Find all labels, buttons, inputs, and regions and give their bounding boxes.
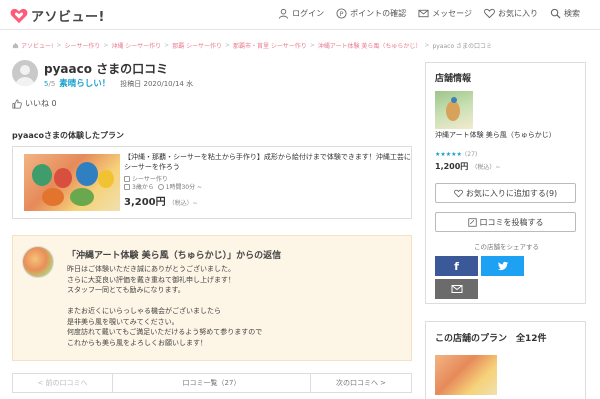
plan-image bbox=[24, 154, 120, 211]
nav-messages[interactable]: メッセージ bbox=[418, 8, 472, 19]
rating-row: 5/5 素晴らしい！ 投稿日 2020/10/14 水 bbox=[44, 77, 193, 89]
nav-favorites-label: お気に入り bbox=[498, 9, 538, 18]
heart-icon bbox=[484, 8, 495, 19]
site-logo[interactable]: アソビュー! bbox=[10, 6, 105, 25]
plan-thumbnail[interactable] bbox=[435, 355, 497, 395]
next-review-button[interactable]: 次の口コミへ > bbox=[311, 374, 411, 392]
like-button[interactable]: いいね 0 bbox=[12, 98, 57, 109]
breadcrumb-item[interactable]: 沖縄アート体験 美ら風（ちゅらかじ） bbox=[318, 41, 422, 50]
person-icon bbox=[279, 8, 289, 19]
nav-favorites[interactable]: お気に入り bbox=[484, 8, 538, 19]
review-heading: pyaaco さまの口コミ bbox=[44, 62, 169, 76]
add-favorite-button[interactable]: お気に入りに追加する(9) bbox=[435, 183, 576, 203]
plan-info: シーサー作り 3歳から 1時間30分 ~ bbox=[124, 176, 202, 192]
breadcrumb-item[interactable]: シーサー作り bbox=[64, 41, 100, 50]
thumbs-up-icon bbox=[12, 98, 22, 109]
shop-reply: 「沖縄アート体験 美ら風（ちゅらかじ）」からの返信 昨日はご体験いただき誠にあり… bbox=[12, 235, 412, 361]
shop-plans-title: この店舗のプラン 全12件 bbox=[435, 334, 547, 344]
shop-price-note: （税込）~ bbox=[471, 164, 501, 171]
heart-plus-icon bbox=[453, 189, 463, 197]
site-header: アソビュー! ログイン P ポイントの確認 メッセージ お気に入り 検索 bbox=[0, 0, 600, 30]
heart-logo-icon bbox=[10, 8, 28, 23]
nav-messages-label: メッセージ bbox=[432, 9, 472, 18]
plan-duration: 1時間30分 ~ bbox=[165, 184, 203, 191]
plan-category: シーサー作り bbox=[132, 176, 168, 183]
nav-points[interactable]: P ポイントの確認 bbox=[336, 8, 406, 19]
point-icon: P bbox=[336, 8, 347, 19]
nav-search-label: 検索 bbox=[564, 9, 580, 18]
plan-price: 3,200円 （税込）~ bbox=[124, 193, 198, 208]
review-pager: < 前の口コミへ 口コミ一覧（27） 次の口コミへ > bbox=[12, 373, 412, 393]
reply-title: 「沖縄アート体験 美ら風（ちゅらかじ）」からの返信 bbox=[67, 251, 282, 261]
breadcrumb: アソビュー! > シーサー作り > 沖縄 シーサー作り > 那覇 シーサー作り > 那覇… bbox=[12, 41, 492, 50]
nav-points-label: ポイントの確認 bbox=[350, 9, 407, 18]
review-list-link[interactable]: 口コミ一覧（27） bbox=[113, 374, 311, 392]
age-icon bbox=[124, 184, 130, 190]
header-nav: ログイン P ポイントの確認 メッセージ お気に入り 検索 bbox=[266, 8, 580, 19]
mail-icon bbox=[451, 285, 462, 293]
plan-title[interactable]: 【沖縄・那覇・シーサーを粘土から手作り】成形から絵付けまで体験できます！沖縄工芸… bbox=[124, 152, 412, 172]
share-label: この店舗をシェアする bbox=[474, 243, 539, 251]
breadcrumb-item[interactable]: 那覇市・首里 シーサー作り bbox=[233, 41, 307, 50]
post-review-button[interactable]: 口コミを投稿する bbox=[435, 212, 576, 232]
like-label: いいね 0 bbox=[25, 99, 57, 108]
home-icon bbox=[12, 42, 19, 49]
plan-price-note: （税込）~ bbox=[168, 200, 198, 207]
mail-share-button[interactable] bbox=[435, 279, 478, 299]
plan-age: 3歳から bbox=[132, 184, 154, 191]
shop-rating: ★★★★★ (27) bbox=[435, 151, 477, 158]
shop-info-title: 店舗情報 bbox=[435, 74, 472, 84]
breadcrumb-current: pyaaco さまの口コミ bbox=[432, 43, 493, 50]
plan-price-value: 3,200円 bbox=[124, 197, 166, 208]
breadcrumb-item[interactable]: 沖縄 シーサー作り bbox=[111, 41, 161, 50]
facebook-share-button[interactable]: f bbox=[435, 256, 478, 276]
shop-review-count: (27) bbox=[464, 151, 478, 158]
category-icon bbox=[124, 176, 130, 182]
post-review-label: 口コミを投稿する bbox=[479, 217, 544, 227]
twitter-icon bbox=[497, 261, 508, 271]
experienced-plan-title: pyaacoさまの体験したプラン bbox=[12, 131, 124, 140]
facebook-icon: f bbox=[454, 259, 459, 273]
nav-login-label: ログイン bbox=[292, 9, 325, 18]
nav-login[interactable]: ログイン bbox=[278, 8, 324, 19]
shop-image[interactable] bbox=[435, 91, 473, 129]
twitter-share-button[interactable] bbox=[481, 256, 524, 276]
shop-name[interactable]: 沖縄アート体験 美ら風（ちゅらかじ） bbox=[435, 130, 580, 140]
shop-stars: ★★★★★ bbox=[435, 151, 462, 158]
breadcrumb-item[interactable]: 那覇 シーサー作り bbox=[172, 41, 222, 50]
svg-text:P: P bbox=[340, 10, 344, 18]
nav-search[interactable]: 検索 bbox=[550, 8, 580, 19]
shop-avatar bbox=[22, 246, 54, 278]
shop-plans-panel: この店舗のプラン 全12件 bbox=[425, 321, 586, 399]
clock-icon bbox=[157, 184, 164, 190]
shop-price-value: 1,200円 bbox=[435, 162, 469, 171]
prev-review-button[interactable]: < 前の口コミへ bbox=[13, 374, 113, 392]
logo-text: アソビュー! bbox=[31, 10, 105, 25]
reviewer-avatar bbox=[12, 60, 38, 86]
shop-info-panel: 店舗情報 沖縄アート体験 美ら風（ちゅらかじ） ★★★★★ (27) 1,200円… bbox=[425, 62, 586, 304]
rating-max: /5 bbox=[48, 80, 56, 88]
shop-price: 1,200円 （税込）~ bbox=[435, 161, 500, 172]
posted-date: 投稿日 2020/10/14 水 bbox=[120, 80, 194, 88]
reply-body: 昨日はご体験いただき誠にありがとうございました。 さらに大変良い評価を戴き重ねて… bbox=[67, 265, 263, 347]
mail-icon bbox=[418, 9, 429, 18]
add-favorite-label: お気に入りに追加する(9) bbox=[465, 188, 558, 198]
rating-label: 素晴らしい！ bbox=[59, 79, 111, 89]
search-icon bbox=[550, 8, 561, 19]
breadcrumb-item[interactable]: アソビュー! bbox=[21, 41, 53, 50]
edit-icon bbox=[467, 217, 477, 227]
